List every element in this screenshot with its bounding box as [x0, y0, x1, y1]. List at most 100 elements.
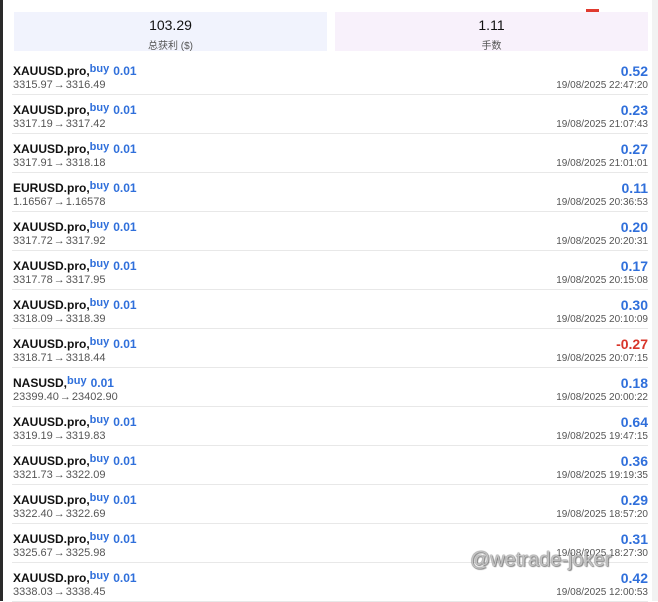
trade-row[interactable]: XAUUSD.pro,buy 0.01 3319.19→3319.83 0.64 …	[12, 407, 648, 446]
trade-row[interactable]: XAUUSD.pro,buy 0.01 3322.40→3322.69 0.29 …	[12, 485, 648, 524]
lots-value: 1.11	[478, 17, 505, 33]
trade-row[interactable]: NASUSD,buy 0.01 23399.40→23402.90 0.18 19…	[12, 368, 648, 407]
trade-symbol: XAUUSD.pro,	[13, 103, 90, 117]
trade-profit: 0.31	[620, 531, 648, 547]
trade-open-price: 3321.73	[13, 469, 53, 481]
trade-time: 19/08/2025 21:01:01	[556, 158, 648, 169]
trade-volume: 0.01	[113, 181, 137, 195]
trade-symbol: XAUUSD.pro,	[13, 64, 90, 78]
trade-side: buy	[89, 219, 110, 231]
trade-volume: 0.01	[113, 220, 137, 234]
trade-open-price: 3338.03	[13, 586, 53, 598]
trade-symbol: XAUUSD.pro,	[13, 415, 90, 429]
lots-label: 手数	[481, 41, 502, 52]
trade-row[interactable]: XAUUSD.pro,buy 0.01 3317.72→3317.92 0.20 …	[12, 212, 648, 251]
trade-volume: 0.01	[113, 64, 137, 78]
trade-side: buy	[89, 570, 110, 582]
trade-time: 19/08/2025 20:15:08	[556, 275, 648, 286]
trade-symbol: XAUUSD.pro,	[13, 259, 90, 273]
trade-side: buy	[89, 102, 110, 114]
watermark-text: @wetrade-joker	[470, 549, 612, 571]
trade-row[interactable]: XAUUSD.pro,buy 0.01 3315.97→3316.49 0.52 …	[12, 56, 648, 95]
trade-time: 19/08/2025 19:19:35	[556, 470, 648, 481]
total-profit-value: 103.29	[149, 17, 192, 33]
trade-volume: 0.01	[113, 454, 137, 468]
trade-close-price: 3322.09	[65, 469, 106, 481]
trade-side: buy	[67, 375, 87, 387]
trade-close-price: 3322.69	[65, 508, 106, 520]
trade-side: buy	[89, 141, 110, 153]
trade-open-price: 3317.72	[13, 235, 53, 247]
trade-open-price: 3315.97	[13, 79, 53, 91]
trade-profit: 0.64	[620, 414, 648, 430]
trade-close-price: 3316.49	[65, 79, 106, 91]
trade-profit: -0.27	[616, 336, 648, 352]
trade-side: buy	[89, 336, 110, 348]
trade-profit: 0.18	[620, 375, 648, 391]
trade-row[interactable]: XAUUSD.pro,buy 0.01 3318.09→3318.39 0.30 …	[12, 290, 648, 329]
trade-open-price: 3317.91	[13, 157, 53, 169]
trade-close-price: 3318.39	[65, 313, 106, 325]
arrow-right-icon: →	[53, 586, 65, 598]
left-edge-strip	[0, 0, 3, 601]
trade-close-price: 23402.90	[71, 391, 118, 403]
trade-symbol: XAUUSD.pro,	[13, 454, 90, 468]
trade-row[interactable]: XAUUSD.pro,buy 0.01 3317.78→3317.95 0.17 …	[12, 251, 648, 290]
trade-row[interactable]: EURUSD.pro,buy 0.01 1.16567→1.16578 0.11 …	[12, 173, 648, 212]
trade-open-price: 23399.40	[13, 391, 59, 403]
summary-cards: 103.29 总获利 ($) 1.11 手数	[14, 12, 648, 52]
lots-card: 1.11 手数	[335, 12, 648, 52]
trade-close-price: 3318.44	[65, 352, 106, 364]
total-profit-card: 103.29 总获利 ($)	[14, 12, 327, 52]
total-profit-label: 总获利 ($)	[148, 41, 193, 52]
trade-row[interactable]: XAUUSD.pro,buy 0.01 3317.19→3317.42 0.23 …	[12, 95, 648, 134]
trade-time: 19/08/2025 20:10:09	[556, 314, 648, 325]
red-indicator-mark	[586, 9, 599, 12]
trade-symbol: XAUUSD.pro,	[13, 571, 90, 585]
arrow-right-icon: →	[53, 157, 65, 169]
arrow-right-icon: →	[53, 352, 65, 364]
arrow-right-icon: →	[53, 430, 65, 442]
trade-close-price: 3318.18	[65, 157, 106, 169]
trade-close-price: 3325.98	[65, 547, 106, 559]
arrow-right-icon: →	[53, 274, 65, 286]
trade-profit: 0.27	[620, 141, 648, 157]
scrollbar-track[interactable]	[652, 0, 658, 601]
trade-time: 19/08/2025 20:07:15	[556, 353, 648, 364]
trade-close-price: 3317.95	[65, 274, 106, 286]
trade-row[interactable]: XAUUSD.pro,buy 0.01 3318.71→3318.44 -0.27…	[12, 329, 648, 368]
trade-symbol: XAUUSD.pro,	[13, 220, 90, 234]
trade-symbol: EURUSD.pro,	[13, 181, 90, 195]
arrow-right-icon: →	[53, 313, 65, 325]
trade-profit: 0.17	[620, 258, 648, 274]
trade-profit: 0.30	[620, 297, 648, 313]
arrow-right-icon: →	[59, 391, 71, 403]
trade-row[interactable]: XAUUSD.pro,buy 0.01 3317.91→3318.18 0.27 …	[12, 134, 648, 173]
trade-time: 19/08/2025 19:47:15	[556, 431, 648, 442]
trade-volume: 0.01	[113, 532, 137, 546]
trade-profit: 0.23	[620, 102, 648, 118]
trade-symbol: XAUUSD.pro,	[13, 493, 90, 507]
trade-time: 19/08/2025 20:00:22	[556, 392, 648, 403]
trade-side: buy	[89, 258, 110, 270]
trade-open-price: 3325.67	[13, 547, 53, 559]
trade-profit: 0.36	[620, 453, 648, 469]
trade-profit: 0.20	[620, 219, 648, 235]
trade-time: 19/08/2025 20:36:53	[556, 197, 648, 208]
trade-profit: 0.42	[620, 570, 648, 586]
trade-volume: 0.01	[113, 571, 137, 585]
trade-close-price: 3317.42	[65, 118, 106, 130]
trade-volume: 0.01	[113, 259, 137, 273]
trade-side: buy	[89, 63, 110, 75]
trade-row[interactable]: XAUUSD.pro,buy 0.01 3321.73→3322.09 0.36 …	[12, 446, 648, 485]
trade-history-list: XAUUSD.pro,buy 0.01 3315.97→3316.49 0.52 …	[12, 56, 648, 602]
trade-profit: 0.52	[620, 63, 648, 79]
arrow-right-icon: →	[53, 196, 65, 208]
arrow-right-icon: →	[53, 118, 65, 130]
trade-open-price: 3318.09	[13, 313, 53, 325]
trade-open-price: 3319.19	[13, 430, 53, 442]
trade-open-price: 3317.78	[13, 274, 53, 286]
trade-volume: 0.01	[113, 298, 137, 312]
trade-side: buy	[89, 414, 110, 426]
trade-time: 19/08/2025 12:00:53	[556, 587, 648, 598]
